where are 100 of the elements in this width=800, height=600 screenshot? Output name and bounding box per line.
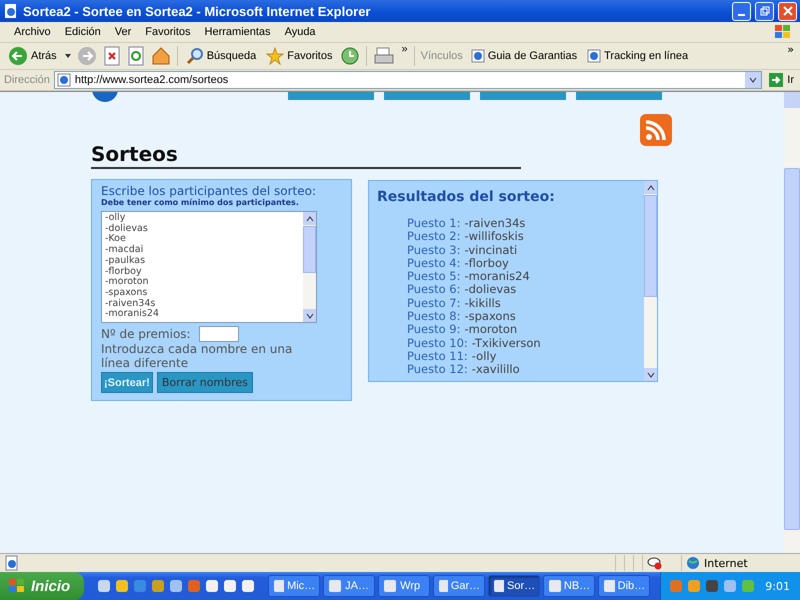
result-name: -dolievas	[464, 283, 516, 297]
scrollbar-thumb[interactable]	[784, 168, 800, 530]
clear-button[interactable]: Borrar nombres	[156, 372, 253, 393]
favorites-button[interactable]: Favoritos	[264, 46, 334, 66]
tray-icon	[687, 579, 702, 593]
result-place: Puesto 5:	[407, 270, 460, 284]
scroll-up-button[interactable]	[303, 212, 316, 225]
app-icon	[548, 579, 561, 593]
scrollbar-thumb[interactable]	[303, 226, 316, 273]
scrollbar-thumb[interactable]	[644, 195, 657, 297]
menu-item[interactable]: Ayuda	[278, 26, 322, 38]
dropdown-button[interactable]	[745, 72, 762, 88]
result-place: Puesto 3:	[407, 244, 460, 257]
start-button[interactable]: Inicio	[0, 572, 84, 600]
menu-item[interactable]: Archivo	[8, 26, 57, 38]
scroll-down-button[interactable]	[303, 309, 316, 322]
page-status-icon	[4, 555, 20, 571]
stop-icon[interactable]	[102, 46, 121, 66]
result-place: Puesto 1:	[407, 217, 460, 230]
taskbar-button[interactable]: NB…	[543, 575, 596, 597]
restore-icon	[760, 6, 770, 16]
app-icon	[603, 579, 615, 593]
menu-item[interactable]: Herramientas	[198, 26, 277, 38]
result-place: Puesto 7:	[407, 296, 460, 310]
result-place: Puesto 4:	[407, 256, 460, 270]
quicklaunch-icon	[169, 579, 184, 593]
scrollbar[interactable]	[303, 212, 316, 322]
prizes-input[interactable]	[198, 326, 239, 342]
history-icon[interactable]	[340, 46, 360, 66]
privacy-icon	[647, 556, 663, 570]
toolbar-chevron[interactable]: »	[401, 43, 408, 55]
caret-icon	[646, 372, 654, 378]
clock: 9:01	[765, 580, 790, 592]
taskbar-button[interactable]: Gar…	[433, 575, 486, 597]
result-place: Puesto 2:	[407, 230, 460, 244]
links-chevron[interactable]: »	[787, 43, 794, 56]
taskbar-button[interactable]: Sor…	[488, 575, 540, 597]
menu-item[interactable]: Favoritos	[139, 26, 197, 38]
windows-flag-icon	[8, 578, 26, 594]
result-name: -vincinati	[464, 244, 518, 257]
windows-flag-icon	[774, 24, 792, 40]
back-button[interactable]: Atrás	[6, 45, 59, 67]
menu-item[interactable]: Ver	[108, 26, 138, 38]
refresh-icon[interactable]	[126, 46, 145, 66]
zone-label: Internet	[704, 556, 748, 570]
result-place: Puesto 6:	[407, 283, 460, 297]
quicklaunch-icon	[205, 579, 220, 593]
quicklaunch-icon	[97, 579, 112, 593]
quicklaunch-icon	[187, 579, 202, 593]
close-button[interactable]	[778, 2, 797, 20]
scroll-down-button[interactable]	[644, 368, 657, 381]
result-name: -moroton	[464, 323, 518, 337]
result-place: Puesto 11:	[407, 350, 468, 364]
quicklaunch-icon	[223, 579, 238, 593]
forward-icon[interactable]	[76, 46, 97, 66]
caret-icon	[306, 216, 314, 222]
taskbar-button[interactable]: Wrp	[378, 575, 430, 597]
taskbar-button[interactable]: Mic…	[268, 575, 320, 597]
quicklaunch-icon	[151, 579, 166, 593]
caret-icon[interactable]	[64, 54, 71, 58]
result-name: -Txikiverson	[472, 336, 541, 350]
form-note: Debe tener como mínimo dos participantes.	[101, 198, 300, 207]
search-button[interactable]: Búsqueda	[184, 46, 258, 66]
minimize-icon	[738, 14, 745, 16]
tray-icon	[741, 579, 756, 593]
taskbar-button[interactable]: JA…	[323, 575, 376, 597]
ie-page-icon	[3, 3, 19, 19]
caret-icon	[646, 184, 654, 190]
form-title: Escribe los participantes del sorteo:	[101, 184, 318, 198]
restore-button[interactable]	[755, 2, 774, 20]
go-button[interactable]: Ir	[766, 71, 796, 89]
hint-text: Introduzca cada nombre en una línea diferente	[101, 342, 294, 370]
taskbar-button[interactable]: Dib…	[598, 575, 650, 597]
rss-feed-icon[interactable]	[640, 114, 672, 146]
quicklaunch-icon	[115, 579, 130, 593]
scroll-up-button[interactable]	[644, 181, 657, 194]
menu-item[interactable]: Edición	[58, 26, 107, 38]
printer-icon[interactable]	[373, 46, 396, 66]
link-button[interactable]: Guia de Garantias	[468, 48, 580, 64]
tray-icon	[705, 579, 720, 593]
home-icon[interactable]	[150, 46, 171, 66]
result-name: -willifoskis	[464, 230, 524, 244]
participants-textarea[interactable]: -olly -dolievas -Koe -macdai -paulkas -florboy -moroton -spaxons -raiven34s -moranis24	[101, 211, 317, 323]
scrollbar[interactable]	[644, 181, 657, 381]
search-icon	[186, 47, 204, 65]
link-button[interactable]: Tracking en línea	[585, 48, 690, 64]
globe-icon	[686, 556, 700, 570]
result-name: -moranis24	[464, 270, 530, 284]
result-name: -spaxons	[464, 310, 516, 324]
page-scrollbar[interactable]	[784, 92, 800, 553]
result-name: -xavilillo	[472, 363, 520, 377]
tray-icon	[669, 579, 684, 593]
result-name: -florboy	[464, 256, 509, 270]
page-icon	[587, 49, 602, 63]
minimize-button[interactable]	[732, 2, 751, 20]
address-field[interactable]: http://www.sortea2.com/sorteos	[54, 71, 762, 89]
prizes-label: Nº de premios:	[101, 327, 191, 341]
result-name: -raiven34s	[464, 217, 526, 230]
page-heading: Sorteos	[91, 142, 521, 169]
result-place: Puesto 10:	[407, 336, 468, 350]
